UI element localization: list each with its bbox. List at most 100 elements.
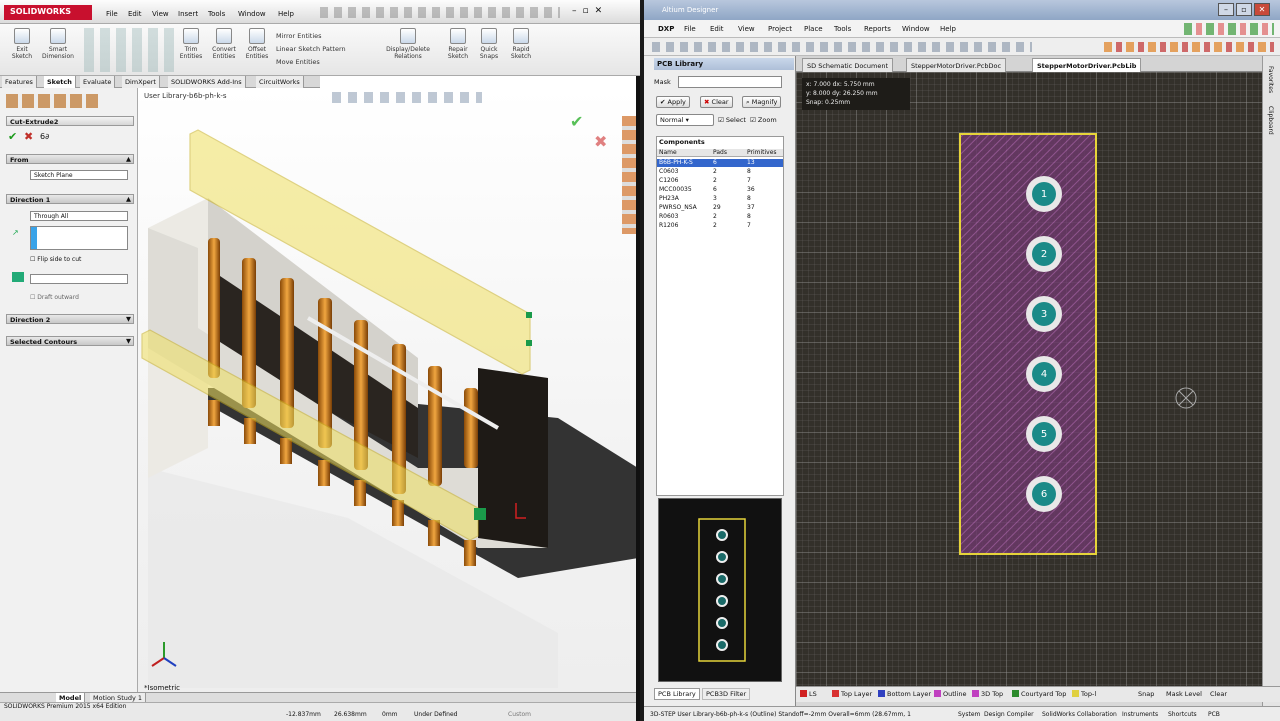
smart-dimension-button[interactable]: Smart Dimension: [40, 28, 76, 60]
layer-tab[interactable]: Courtyard Top: [1012, 690, 1066, 698]
from-header[interactable]: From ▲: [6, 154, 134, 164]
status-instruments[interactable]: Instruments: [1122, 711, 1158, 718]
offset-entities-button[interactable]: Offset Entities: [242, 28, 272, 60]
table-row[interactable]: C1206 2 7: [657, 177, 783, 185]
sw-menu-file[interactable]: File: [106, 10, 118, 18]
sw-menu-window[interactable]: Window: [238, 10, 266, 18]
pad-5[interactable]: 5: [1026, 416, 1062, 452]
select-checkbox[interactable]: ☑ Select: [718, 116, 746, 124]
menu-view[interactable]: View: [738, 25, 755, 33]
move-entities-button[interactable]: Move Entities: [276, 56, 346, 69]
clear-layer-button[interactable]: Clear: [1210, 690, 1227, 698]
cancel-x-icon[interactable]: ✖: [24, 130, 33, 143]
nav-buttons[interactable]: [1184, 23, 1274, 35]
sw-menu-tools[interactable]: Tools: [208, 10, 225, 18]
exit-sketch-button[interactable]: Exit Sketch: [8, 28, 36, 60]
handle-3[interactable]: [474, 508, 486, 520]
units-custom[interactable]: Custom: [508, 711, 531, 718]
pad-6[interactable]: 6: [1026, 476, 1062, 512]
magnify-button[interactable]: ⌕ Magnify: [742, 96, 782, 108]
menu-window[interactable]: Window: [902, 25, 930, 33]
status-sw-collab[interactable]: SolidWorks Collaboration: [1042, 711, 1117, 718]
minimize-button[interactable]: –: [1218, 3, 1234, 16]
repair-sketch-button[interactable]: Repair Sketch: [444, 28, 472, 60]
pad-3[interactable]: 3: [1026, 296, 1062, 332]
menu-dxp[interactable]: DXP: [658, 25, 674, 33]
table-row[interactable]: PWRSO_NSA 29 37: [657, 204, 783, 212]
rapid-sketch-button[interactable]: Rapid Sketch: [506, 28, 536, 60]
tab-schematic[interactable]: SD Schematic Document: [802, 58, 893, 72]
pad-2[interactable]: 2: [1026, 236, 1062, 272]
status-design-compiler[interactable]: Design Compiler: [984, 711, 1034, 718]
normal-select[interactable]: Normal ▾: [656, 114, 714, 126]
placement-toolbar[interactable]: [1104, 42, 1274, 52]
quick-snaps-button[interactable]: Quick Snaps: [474, 28, 504, 60]
sw-menu-view[interactable]: View: [152, 10, 169, 18]
menu-place[interactable]: Place: [804, 25, 823, 33]
flip-side-checkbox[interactable]: ☐ Flip side to cut: [30, 256, 81, 263]
maximize-button[interactable]: ▫: [1236, 3, 1252, 16]
status-pcb[interactable]: PCB: [1208, 711, 1220, 718]
tab-features[interactable]: Features: [2, 76, 37, 88]
table-row[interactable]: MCC00035 6 36: [657, 186, 783, 194]
tab-evaluate[interactable]: Evaluate: [80, 76, 116, 88]
tab-sketch[interactable]: Sketch: [44, 76, 76, 88]
table-row[interactable]: PH23A 3 8: [657, 195, 783, 203]
pushpin-icon[interactable]: 6∂: [40, 132, 49, 141]
convert-entities-button[interactable]: Convert Entities: [208, 28, 240, 60]
manager-tabs[interactable]: [6, 94, 98, 108]
clipboard-tab[interactable]: Clipboard: [1267, 106, 1274, 135]
panel-tab-pcb-library[interactable]: PCB Library: [654, 688, 700, 700]
tab-dimxpert[interactable]: DimXpert: [122, 76, 160, 88]
direction1-header[interactable]: Direction 1 ▲: [6, 194, 134, 204]
pad-4[interactable]: 4: [1026, 356, 1062, 392]
snap-button[interactable]: Snap: [1138, 690, 1154, 698]
ok-check-icon[interactable]: ✔: [8, 130, 17, 143]
sw-window-controls[interactable]: –▫✕: [572, 6, 632, 18]
tab-pcblib[interactable]: StepperMotorDriver.PcbLib: [1032, 58, 1142, 72]
panel-tab-pcb3d-filter[interactable]: PCB3D Filter: [702, 688, 751, 700]
layer-tab[interactable]: Top-l: [1072, 690, 1096, 698]
clear-button[interactable]: ✖ Clear: [700, 96, 733, 108]
favorites-tab[interactable]: Favorites: [1267, 66, 1274, 93]
handle-1[interactable]: [526, 312, 532, 318]
status-system[interactable]: System: [958, 711, 980, 718]
layer-tab[interactable]: LS: [800, 690, 817, 698]
sw-menu-help[interactable]: Help: [278, 10, 294, 18]
table-row[interactable]: B6B-PH-K-S 6 13: [657, 159, 783, 167]
mask-input[interactable]: [678, 76, 782, 88]
draft-outward-checkbox[interactable]: ☐ Draft outward: [30, 294, 79, 301]
sw-graphics-area[interactable]: User Library-b6b-ph-k-s ✔ ✖ *Isometric: [138, 88, 636, 692]
layer-tab[interactable]: Outline: [934, 690, 967, 698]
from-select[interactable]: Sketch Plane: [30, 170, 128, 180]
direction-selection-box[interactable]: [30, 226, 128, 250]
tab-addins[interactable]: SOLIDWORKS Add-Ins: [168, 76, 246, 88]
trim-entities-button[interactable]: Trim Entities: [176, 28, 206, 60]
sw-quick-toolbar[interactable]: [320, 7, 560, 18]
tab-pcbdoc[interactable]: StepperMotorDriver.PcbDoc: [906, 58, 1007, 72]
mask-level-button[interactable]: Mask Level: [1166, 690, 1202, 698]
display-delete-relations-button[interactable]: Display/Delete Relations: [386, 28, 430, 60]
table-row[interactable]: R1206 2 7: [657, 222, 783, 230]
standard-toolbar[interactable]: [652, 42, 1032, 52]
direction2-header[interactable]: Direction 2 ▼: [6, 314, 134, 324]
layer-tab[interactable]: Bottom Layer: [878, 690, 931, 698]
menu-help[interactable]: Help: [940, 25, 956, 33]
table-row[interactable]: C0603 2 8: [657, 168, 783, 176]
zoom-checkbox[interactable]: ☑ Zoom: [750, 116, 777, 124]
depth-input[interactable]: [30, 274, 128, 284]
pcb-editor-canvas[interactable]: x: 7.000 dx: 5.750 mm y: 8.000 dy: 26.25…: [796, 72, 1262, 686]
menu-file[interactable]: File: [684, 25, 696, 33]
menu-tools[interactable]: Tools: [834, 25, 851, 33]
selected-contours-header[interactable]: Selected Contours ▼: [6, 336, 134, 346]
sw-menu-edit[interactable]: Edit: [128, 10, 142, 18]
menu-reports[interactable]: Reports: [864, 25, 891, 33]
linear-pattern-button[interactable]: Linear Sketch Pattern: [276, 43, 346, 56]
tab-circuitworks[interactable]: CircuitWorks: [256, 76, 304, 88]
menu-edit[interactable]: Edit: [710, 25, 724, 33]
status-shortcuts[interactable]: Shortcuts: [1168, 711, 1197, 718]
layer-tab[interactable]: Top Layer: [832, 690, 872, 698]
sketch-tools-grid[interactable]: [84, 28, 174, 72]
end-condition-select[interactable]: Through All: [30, 211, 128, 221]
sw-menu-insert[interactable]: Insert: [178, 10, 198, 18]
